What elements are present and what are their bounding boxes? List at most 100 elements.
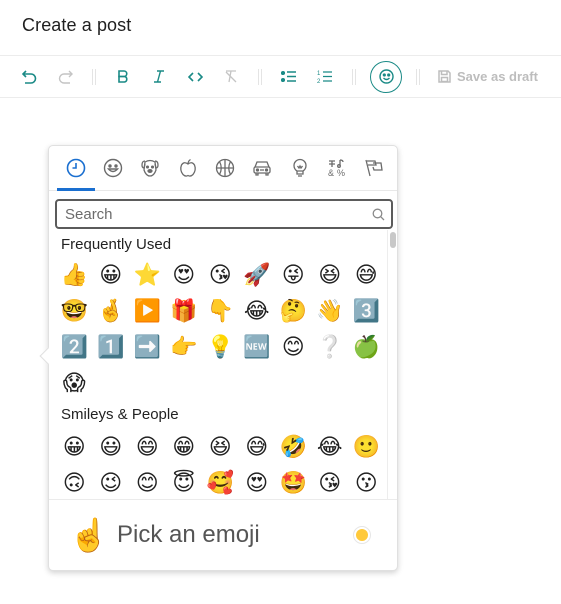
page-header: Create a post [0, 0, 561, 56]
toolbar-divider [258, 68, 262, 85]
editor-toolbar: 12 Save as draft [0, 56, 561, 98]
tab-objects[interactable] [281, 146, 318, 189]
emoji-item[interactable]: 😱 [56, 366, 93, 402]
emoji-item[interactable]: 😊 [129, 466, 166, 500]
toolbar-divider [92, 68, 96, 85]
bullet-list-button[interactable] [280, 68, 298, 86]
svg-text:&: & [328, 168, 334, 178]
emoji-item[interactable]: 3️⃣ [348, 294, 385, 330]
basketball-icon [215, 158, 235, 177]
scrollbar-thumb[interactable] [390, 232, 396, 248]
redo-button[interactable] [56, 68, 74, 86]
apple-icon [179, 158, 196, 177]
emoji-item[interactable]: 😆 [202, 430, 239, 466]
emoji-item[interactable]: ➡️ [129, 330, 166, 366]
emoji-item[interactable]: 🤔 [275, 294, 312, 330]
emoji-preview: ☝️ Pick an emoji [49, 499, 397, 570]
svg-text:1: 1 [317, 71, 321, 77]
tab-symbols[interactable]: &% [318, 146, 355, 189]
emoji-item[interactable]: 🆕 [239, 330, 276, 366]
save-as-draft-label: Save as draft [457, 69, 538, 84]
tab-smileys-people[interactable] [94, 146, 131, 189]
numbered-list-button[interactable]: 12 [316, 68, 334, 86]
emoji-item[interactable]: 😅 [348, 258, 385, 294]
emoji-picker: &% Frequently Used 👍😀⭐😍😘🚀😜😆😅🤓🤞▶️🎁👇😂🤔👋3️⃣… [39, 145, 398, 571]
emoji-item[interactable]: 😘 [202, 258, 239, 294]
emoji-item[interactable]: 😍 [239, 466, 276, 500]
emoji-item[interactable]: 😃 [93, 430, 130, 466]
search-input[interactable] [65, 205, 372, 223]
tab-flags[interactable] [356, 146, 393, 189]
emoji-item[interactable]: 😄 [129, 430, 166, 466]
emoji-item[interactable]: 😂 [312, 430, 349, 466]
tab-animals-nature[interactable] [132, 146, 169, 189]
svg-text:2: 2 [317, 79, 321, 84]
floppy-disk-icon [438, 70, 451, 83]
emoji-item[interactable]: 👇 [202, 294, 239, 330]
emoji-item[interactable]: 😊 [275, 330, 312, 366]
emoji-item[interactable]: 👍 [56, 258, 93, 294]
skin-tone-selector[interactable] [353, 526, 371, 544]
toolbar-divider [352, 68, 356, 85]
emoji-item[interactable]: 🤞 [93, 294, 130, 330]
bold-button[interactable] [114, 68, 132, 86]
emoji-item[interactable]: ▶️ [129, 294, 166, 330]
code-button[interactable] [186, 68, 204, 86]
flags-icon [365, 159, 384, 176]
smiley-icon [378, 69, 394, 84]
tab-activity[interactable] [206, 146, 243, 189]
emoji-item[interactable]: 😜 [275, 258, 312, 294]
emoji-item[interactable]: 👋 [312, 294, 349, 330]
emoji-list[interactable]: Frequently Used 👍 😀 ⭐ 😍 😘 🚀 😜 😆 😅 🤓 🤞 ▶️ 🎁 👇 😂 🤔 👋 3️⃣ 2️⃣… [49, 230, 397, 500]
emoji-item[interactable]: 🚀 [239, 258, 276, 294]
emoji-button[interactable] [370, 60, 402, 93]
emoji-item[interactable]: 😉 [93, 466, 130, 500]
emoji-grid: 😀 😃 😄 😁 😆 😅 🤣 😂 🙂 🙃 😉 😊 😇 🥰 😍 🤩 😘 😗 [49, 430, 389, 500]
undo-button[interactable] [20, 68, 38, 86]
clear-format-button[interactable] [222, 68, 240, 86]
emoji-item[interactable]: 😀 [93, 258, 130, 294]
tab-frequently-used[interactable] [57, 146, 94, 189]
car-icon [253, 160, 271, 176]
search-icon [372, 208, 385, 221]
emoji-item[interactable]: 🤣 [275, 430, 312, 466]
emoji-item[interactable]: ⭐ [129, 258, 166, 294]
numbered-list-icon: 12 [317, 71, 332, 84]
emoji-item[interactable]: 🙂 [348, 430, 385, 466]
emoji-item[interactable]: 😂 [239, 294, 276, 330]
emoji-item[interactable]: 👉 [166, 330, 203, 366]
emoji-item[interactable]: 😇 [166, 466, 203, 500]
section-frequently-used: Frequently Used 👍 😀 ⭐ 😍 😘 🚀 😜 😆 😅 🤓 🤞 ▶️ 🎁 👇 😂 🤔 👋 3️⃣ 2️⃣… [49, 230, 397, 402]
search-box [55, 199, 393, 229]
italic-button[interactable] [150, 68, 168, 86]
undo-icon [21, 69, 36, 84]
page-title: Create a post [22, 15, 132, 35]
emoji-item[interactable]: 😀 [56, 430, 93, 466]
emoji-item[interactable]: 1️⃣ [93, 330, 130, 366]
emoji-item[interactable]: 2️⃣ [56, 330, 93, 366]
emoji-item[interactable]: ❔ [312, 330, 349, 366]
emoji-item[interactable]: 😅 [239, 430, 276, 466]
emoji-item[interactable]: 😆 [312, 258, 349, 294]
emoji-item[interactable]: 😘 [312, 466, 349, 500]
emoji-item[interactable]: 🥰 [202, 466, 239, 500]
save-as-draft-button[interactable]: Save as draft [438, 69, 538, 84]
section-title: Smileys & People [61, 406, 179, 423]
emoji-item[interactable]: 🎁 [166, 294, 203, 330]
section-title: Frequently Used [61, 236, 172, 253]
emoji-item[interactable]: 😁 [166, 430, 203, 466]
emoji-item[interactable]: 🤩 [275, 466, 312, 500]
emoji-item[interactable]: 🍏 [348, 330, 385, 366]
emoji-item[interactable]: 😗 [348, 466, 385, 500]
bullet-list-icon [281, 70, 296, 83]
tab-travel-places[interactable] [244, 146, 281, 189]
code-icon [187, 71, 203, 82]
preview-label: Pick an emoji [117, 521, 260, 548]
emoji-item[interactable]: 😍 [166, 258, 203, 294]
emoji-item[interactable]: 💡 [202, 330, 239, 366]
emoji-item[interactable]: 🙃 [56, 466, 93, 500]
tab-food-drink[interactable] [169, 146, 206, 189]
emoji-item[interactable]: 🤓 [56, 294, 93, 330]
scrollbar[interactable] [387, 230, 397, 500]
clock-icon [66, 158, 85, 177]
